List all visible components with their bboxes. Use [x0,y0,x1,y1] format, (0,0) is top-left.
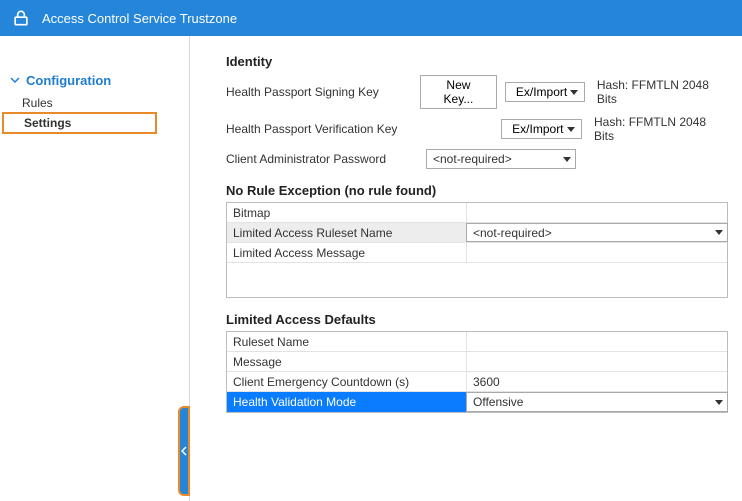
defaults-message-value [467,352,727,371]
identity-row-admin: Client Administrator Password <not-requi… [226,149,728,169]
sidebar-section-label: Configuration [26,73,111,88]
admin-password-value: <not-required> [433,152,512,166]
signing-hash: Hash: FFMTLN 2048 Bits [597,78,728,106]
app-header: Access Control Service Trustzone [0,0,742,36]
admin-password-label: Client Administrator Password [226,152,426,166]
chevron-down-icon [715,230,723,235]
lock-icon [10,7,32,29]
defaults-mode-row[interactable]: Health Validation Mode Offensive [227,392,727,412]
mode-label: Health Validation Mode [227,392,467,412]
panel-spacer [227,263,727,297]
ruleset-name-label: Limited Access Ruleset Name [227,223,467,242]
sidebar-item-rules[interactable]: Rules [0,94,189,112]
app-title: Access Control Service Trustzone [42,11,237,26]
verify-hash: Hash: FFMTLN 2048 Bits [594,115,728,143]
sidebar-collapse-handle[interactable] [178,406,190,496]
no-rule-panel: Bitmap Limited Access Ruleset Name <not-… [226,202,728,298]
verify-key-label: Health Passport Verification Key [226,122,424,136]
app-body: Configuration Rules Settings Identity He… [0,36,742,501]
no-rule-bitmap-row[interactable]: Bitmap [227,203,727,223]
chevron-down-icon [563,157,571,162]
main-content: Identity Health Passport Signing Key New… [190,36,742,501]
sidebar: Configuration Rules Settings [0,36,190,501]
limited-message-label: Limited Access Message [227,243,467,262]
sidebar-item-settings[interactable]: Settings [2,112,157,134]
ruleset-name-select[interactable]: <not-required> [466,223,728,242]
eximport-verify-button[interactable]: Ex/Import [501,119,582,139]
chevron-down-icon [8,73,22,88]
chevron-left-icon [181,446,187,456]
countdown-value: 3600 [467,372,727,391]
defaults-ruleset-value [467,332,727,351]
eximport-signing-button[interactable]: Ex/Import [505,82,585,102]
sidebar-item-label: Settings [24,116,71,130]
new-key-button[interactable]: New Key... [420,75,497,109]
no-rule-heading: No Rule Exception (no rule found) [226,183,728,198]
ruleset-name-value: <not-required> [473,226,552,240]
defaults-ruleset-row[interactable]: Ruleset Name [227,332,727,352]
defaults-countdown-row[interactable]: Client Emergency Countdown (s) 3600 [227,372,727,392]
identity-heading: Identity [226,54,728,69]
defaults-panel: Ruleset Name Message Client Emergency Co… [226,331,728,413]
sidebar-section-configuration[interactable]: Configuration [0,70,189,94]
defaults-message-row[interactable]: Message [227,352,727,372]
defaults-message-label: Message [227,352,467,371]
identity-row-signing: Health Passport Signing Key New Key... E… [226,75,728,109]
mode-value: Offensive [473,395,523,409]
identity-row-verify: Health Passport Verification Key Ex/Impo… [226,115,728,143]
no-rule-ruleset-row[interactable]: Limited Access Ruleset Name <not-require… [227,223,727,243]
countdown-label: Client Emergency Countdown (s) [227,372,467,391]
defaults-ruleset-label: Ruleset Name [227,332,467,351]
mode-select[interactable]: Offensive [466,392,728,412]
bitmap-label: Bitmap [227,203,467,222]
limited-message-value [467,243,727,262]
defaults-heading: Limited Access Defaults [226,312,728,327]
signing-key-label: Health Passport Signing Key [226,85,420,99]
sidebar-item-label: Rules [22,96,53,110]
admin-password-select[interactable]: <not-required> [426,149,576,169]
no-rule-message-row[interactable]: Limited Access Message [227,243,727,263]
bitmap-value [467,203,727,222]
chevron-down-icon [715,400,723,405]
